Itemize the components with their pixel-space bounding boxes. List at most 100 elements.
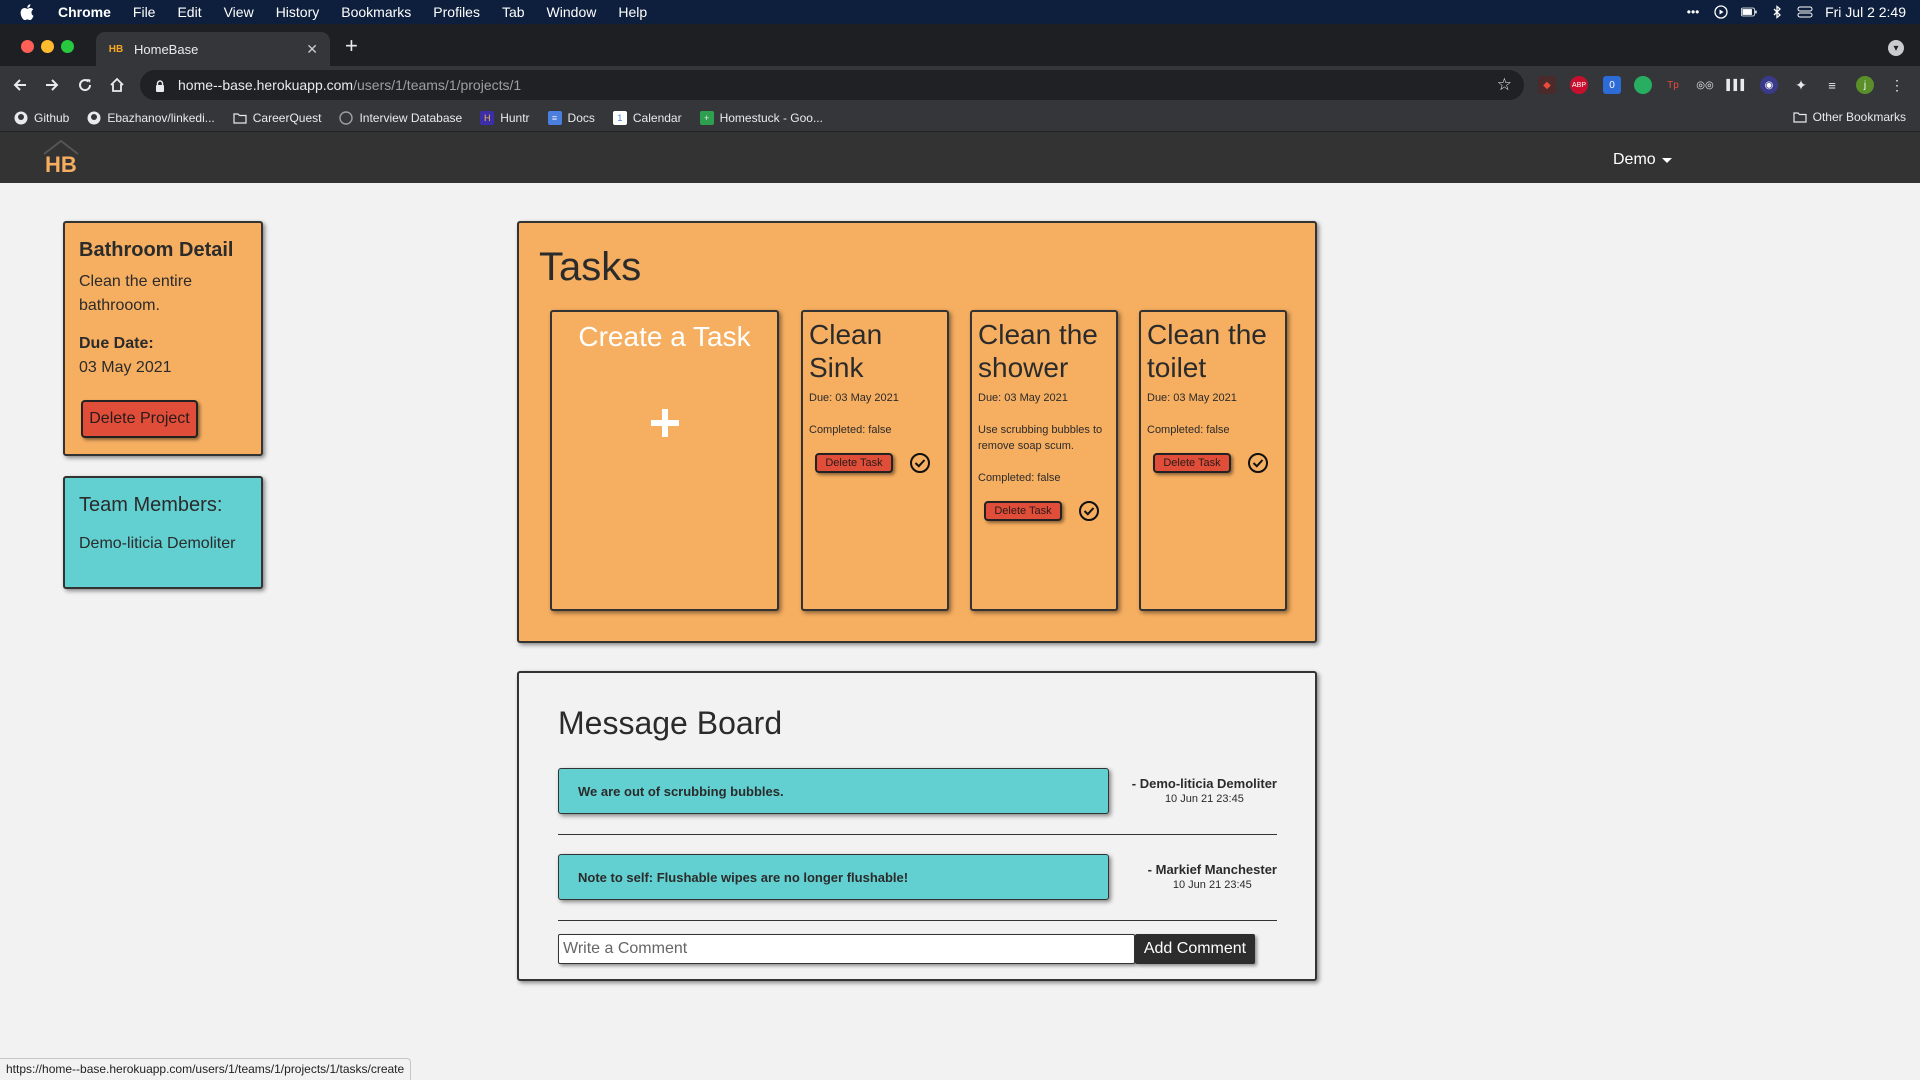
zoom-window-button[interactable] (61, 40, 74, 53)
chrome-menu-icon[interactable]: ⋮ (1888, 76, 1906, 94)
user-menu-dropdown[interactable]: Demo (1613, 151, 1672, 169)
delete-task-button[interactable]: Delete Task (815, 453, 893, 473)
menu-window[interactable]: Window (547, 4, 597, 20)
minimize-window-button[interactable] (41, 40, 54, 53)
bluetooth-icon[interactable] (1769, 5, 1785, 19)
extension-icon-4[interactable] (1634, 76, 1652, 94)
homebase-logo[interactable]: HB (40, 138, 82, 177)
lock-icon[interactable] (154, 79, 166, 92)
project-title: Bathroom Detail (79, 239, 234, 261)
delete-task-button[interactable]: Delete Task (1153, 453, 1231, 473)
extension-icon-3[interactable]: 0 (1603, 76, 1621, 94)
check-circle-icon[interactable] (1247, 452, 1269, 474)
task-due: Due: 03 May 2021 (809, 392, 899, 404)
extensions-puzzle-icon[interactable]: ✦ (1792, 76, 1810, 94)
battery-icon[interactable] (1741, 5, 1757, 19)
message-author: - Markief Manchester (1147, 862, 1277, 877)
tab-close-icon[interactable]: ✕ (306, 41, 318, 58)
caret-down-icon (1661, 157, 1672, 163)
url-host: home--base.herokuapp.com (178, 77, 354, 93)
add-comment-button[interactable]: Add Comment (1135, 934, 1255, 964)
task-completed: Completed: false (809, 424, 892, 436)
menu-file[interactable]: File (133, 4, 156, 20)
menu-edit[interactable]: Edit (177, 4, 201, 20)
address-bar[interactable]: home--base.herokuapp.com/users/1/teams/1… (140, 70, 1524, 100)
task-actions: Delete Task (809, 452, 941, 474)
other-bookmarks-label: Other Bookmarks (1812, 110, 1906, 124)
bookmark-label: Docs (567, 110, 595, 125)
task-note: Use scrubbing bubbles to remove soap scu… (978, 424, 1103, 452)
docs-icon: ≡ (547, 110, 562, 125)
menu-view[interactable]: View (224, 4, 254, 20)
message-board-heading: Message Board (558, 705, 783, 741)
close-window-button[interactable] (21, 40, 34, 53)
bookmarks-bar: Github Ebazhanov/linkedi... CareerQuest … (0, 104, 1920, 132)
folder-icon (1793, 111, 1807, 123)
browser-tab[interactable]: HB HomeBase ✕ (96, 32, 330, 66)
message-author: - Demo-liticia Demoliter (1131, 776, 1277, 791)
profile-avatar[interactable]: j (1856, 76, 1874, 94)
extension-icon-7[interactable]: ▌▌▌ (1726, 76, 1747, 94)
plus-icon (645, 403, 685, 443)
bookmark-label: Ebazhanov/linkedi... (107, 110, 215, 125)
adblock-icon[interactable]: ABP (1570, 76, 1588, 94)
comment-input[interactable] (558, 934, 1135, 964)
menu-app-name[interactable]: Chrome (58, 4, 111, 20)
bookmark-ebazhanov[interactable]: Ebazhanov/linkedi... (87, 110, 215, 125)
project-description: Clean the entire bathrooom. (79, 273, 192, 314)
bookmark-interview-database[interactable]: Interview Database (339, 111, 462, 125)
check-circle-icon[interactable] (909, 452, 931, 474)
task-title: Clean Sink (809, 319, 883, 383)
task-completed: Completed: false (978, 472, 1061, 484)
tab-title: HomeBase (134, 41, 199, 57)
check-circle-icon[interactable] (1078, 500, 1100, 522)
homebase-favicon: HB (108, 43, 124, 55)
message-date: 10 Jun 21 23:45 (1164, 793, 1244, 805)
more-icon[interactable]: ••• (1685, 5, 1701, 19)
extension-icon-6[interactable]: ◎◎ (1696, 76, 1714, 94)
tasks-heading: Tasks (539, 245, 642, 289)
reload-icon[interactable] (75, 75, 95, 95)
message-board-panel: Message Board We are out of scrubbing bu… (517, 671, 1317, 981)
menu-profiles[interactable]: Profiles (433, 4, 480, 20)
github-icon (14, 111, 28, 125)
bookmark-careerquest[interactable]: CareerQuest (233, 111, 321, 125)
message-divider (558, 834, 1277, 835)
menu-bookmarks[interactable]: Bookmarks (341, 4, 411, 20)
task-completed: Completed: false (1147, 424, 1230, 436)
new-tab-icon[interactable]: + (345, 35, 358, 57)
play-icon[interactable] (1713, 5, 1729, 19)
extension-icon-8[interactable]: ◉ (1760, 76, 1778, 94)
create-task-card[interactable]: Create a Task (550, 310, 779, 611)
bookmark-github[interactable]: Github (14, 111, 69, 125)
bookmark-homestuck[interactable]: + Homestuck - Goo... (699, 110, 823, 125)
home-icon[interactable] (107, 75, 127, 95)
bookmark-star-icon[interactable]: ☆ (1497, 75, 1512, 95)
extension-icon-5[interactable]: Tp (1664, 76, 1682, 94)
forward-icon[interactable] (42, 75, 62, 95)
task-due: Due: 03 May 2021 (1147, 392, 1237, 404)
task-actions: Delete Task (978, 500, 1110, 522)
menu-help[interactable]: Help (618, 4, 647, 20)
github-icon (87, 111, 101, 125)
delete-project-button[interactable]: Delete Project (81, 400, 198, 438)
control-center-icon[interactable] (1797, 5, 1813, 19)
bookmark-docs[interactable]: ≡ Docs (547, 110, 595, 125)
calendar-icon: 1 (612, 110, 627, 125)
menu-history[interactable]: History (276, 4, 320, 20)
apple-icon[interactable] (20, 4, 36, 20)
back-icon[interactable] (10, 75, 30, 95)
delete-task-button[interactable]: Delete Task (984, 501, 1062, 521)
bookmark-calendar[interactable]: 1 Calendar (612, 110, 682, 125)
menubar-clock[interactable]: Fri Jul 2 2:49 (1825, 4, 1906, 20)
tab-search-icon[interactable]: ▾ (1888, 40, 1904, 56)
bookmark-huntr[interactable]: H Huntr (480, 110, 530, 125)
reading-list-icon[interactable]: ≡ (1823, 76, 1841, 94)
tasks-panel: Tasks Create a Task Clean Sink Due: 03 M… (517, 221, 1317, 643)
message-bubble: We are out of scrubbing bubbles. (558, 768, 1109, 814)
logo-text: HB (45, 152, 77, 176)
menu-tab[interactable]: Tab (502, 4, 525, 20)
extension-icon-1[interactable]: ◆ (1538, 76, 1556, 94)
huntr-icon: H (480, 110, 495, 125)
other-bookmarks[interactable]: Other Bookmarks (1793, 110, 1906, 124)
